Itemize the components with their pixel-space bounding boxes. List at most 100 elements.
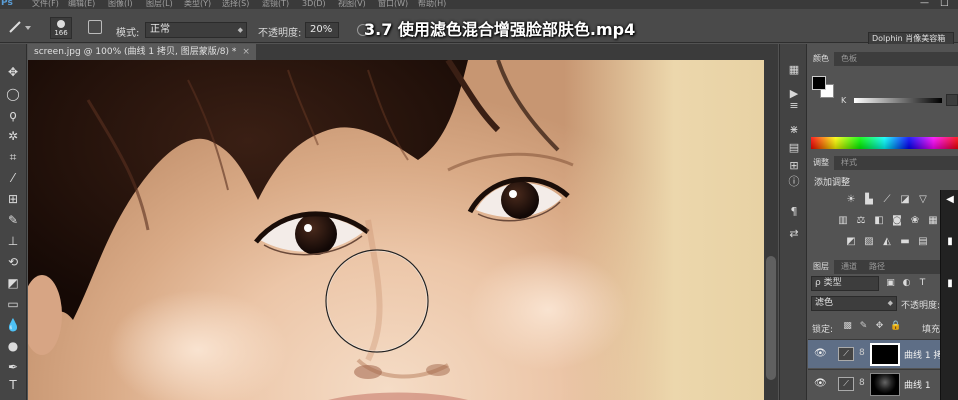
- menu-view[interactable]: 视图(V): [338, 0, 366, 8]
- document-tab[interactable]: screen.jpg @ 100% (曲线 1 拷贝, 图层蒙版/8) * ×: [28, 44, 256, 60]
- player-option-icon[interactable]: ▮: [944, 236, 956, 250]
- menu-filter[interactable]: 滤镜(T): [262, 0, 289, 8]
- info-icon[interactable]: ⓘ: [785, 174, 803, 190]
- brush-tool-icon[interactable]: ✎: [4, 212, 22, 229]
- crop-tool-icon[interactable]: ⌗: [4, 149, 22, 166]
- minimize-button[interactable]: —: [920, 0, 929, 8]
- k-channel-label: K: [841, 96, 847, 105]
- lock-label: 锁定:: [812, 325, 834, 335]
- dodge-icon[interactable]: ●: [4, 338, 22, 355]
- brush-presets-icon[interactable]: ≡: [785, 98, 803, 114]
- magic-wand-icon[interactable]: ✲: [4, 128, 22, 145]
- color-balance-icon[interactable]: ⚖: [854, 215, 868, 227]
- player-option-icon[interactable]: ▮: [944, 278, 956, 292]
- lock-all-icon[interactable]: 🔒: [890, 321, 901, 332]
- menu-help[interactable]: 帮助(H): [418, 0, 446, 8]
- pixel-filter-icon[interactable]: ▣: [884, 276, 897, 290]
- swatches-icon[interactable]: ⊞: [785, 158, 803, 174]
- toolbox: ✥ ◯ ϙ ✲ ⌗ ⁄ ⊞ ✎ ⊥ ⟲ ◩ ▭ 💧 ● ✒ T: [0, 44, 27, 400]
- visibility-eye-icon[interactable]: 👁: [814, 348, 827, 359]
- layer-mask-thumbnail[interactable]: [870, 343, 900, 366]
- tool-preset-picker[interactable]: [4, 19, 32, 35]
- selective-color-icon[interactable]: ▬: [898, 236, 912, 248]
- levels-icon[interactable]: ▙: [862, 194, 876, 206]
- layer-row[interactable]: 👁 ⟋ 8 曲线 1 拷: [808, 339, 958, 368]
- healing-brush-icon[interactable]: ⊞: [4, 191, 22, 208]
- hue-saturation-icon[interactable]: ▥: [836, 215, 850, 227]
- play-control-icon[interactable]: ◀: [944, 194, 956, 208]
- blend-mode-select[interactable]: 滤色 ◆: [811, 296, 897, 311]
- menu-select[interactable]: 选择(S): [222, 0, 249, 8]
- tab-color[interactable]: 颜色: [808, 52, 834, 66]
- exposure-icon[interactable]: ◪: [898, 194, 912, 206]
- link-icon[interactable]: 8: [859, 378, 865, 388]
- photo-filter-icon[interactable]: ◙: [890, 215, 904, 227]
- maximize-button[interactable]: □: [940, 0, 949, 8]
- text-filter-icon[interactable]: T: [916, 276, 929, 290]
- fill-label: 填充: [922, 325, 941, 335]
- tool-presets-icon[interactable]: ⇄: [785, 226, 803, 242]
- adjustments-icon[interactable]: ⋇: [785, 122, 803, 138]
- layer-name[interactable]: 曲线 1 拷: [904, 348, 942, 361]
- k-channel-slider[interactable]: [854, 98, 942, 103]
- link-icon[interactable]: 8: [859, 348, 865, 358]
- layer-mask-thumbnail[interactable]: [870, 373, 900, 396]
- brush-panel-toggle-icon[interactable]: [88, 20, 102, 34]
- foreground-color-swatch[interactable]: [812, 76, 826, 90]
- menu-type[interactable]: 类型(Y): [184, 0, 211, 8]
- tab-swatches[interactable]: 色板: [836, 52, 862, 66]
- posterize-icon[interactable]: ▨: [862, 236, 876, 248]
- lasso-tool-icon[interactable]: ϙ: [4, 107, 22, 124]
- black-white-icon[interactable]: ◧: [872, 215, 886, 227]
- color-lookup-icon[interactable]: ▦: [926, 215, 940, 227]
- blur-icon[interactable]: 💧: [4, 317, 22, 334]
- k-channel-value[interactable]: [946, 94, 958, 106]
- marquee-tool-icon[interactable]: ◯: [4, 86, 22, 103]
- threshold-icon[interactable]: ◭: [880, 236, 894, 248]
- layer-name[interactable]: 曲线 1: [904, 378, 931, 391]
- lock-image-icon[interactable]: ✎: [858, 321, 869, 332]
- paragraph-icon[interactable]: ¶: [785, 204, 803, 220]
- vibrance-icon[interactable]: ▽: [916, 194, 930, 206]
- layer-filter-select[interactable]: ρ 类型: [811, 276, 879, 291]
- history-brush-icon[interactable]: ⟲: [4, 254, 22, 271]
- eraser-icon[interactable]: ◩: [4, 275, 22, 292]
- visibility-eye-icon[interactable]: 👁: [814, 378, 827, 389]
- menu-file[interactable]: 文件(F): [32, 0, 59, 8]
- scrollbar-thumb[interactable]: [766, 256, 776, 380]
- gradient-map-icon[interactable]: ▤: [916, 236, 930, 248]
- tab-channels[interactable]: 通道: [836, 260, 862, 274]
- menu-layer[interactable]: 图层(L): [146, 0, 173, 8]
- brush-size-picker[interactable]: 166: [50, 17, 72, 39]
- color-spectrum-ramp[interactable]: [811, 137, 958, 149]
- tab-adjustments[interactable]: 调整: [808, 156, 834, 170]
- close-icon[interactable]: ×: [242, 47, 250, 57]
- channel-mixer-icon[interactable]: ❀: [908, 215, 922, 227]
- styles-icon[interactable]: ▤: [785, 140, 803, 156]
- mode-select[interactable]: 正常 ◆: [145, 22, 247, 38]
- canvas-scrollbar[interactable]: [764, 60, 778, 400]
- tab-styles[interactable]: 样式: [836, 156, 862, 170]
- move-tool-icon[interactable]: ✥: [4, 64, 22, 81]
- gradient-icon[interactable]: ▭: [4, 296, 22, 313]
- eyedropper-icon[interactable]: ⁄: [4, 170, 22, 187]
- adjustment-filter-icon[interactable]: ◐: [900, 276, 913, 290]
- lock-position-icon[interactable]: ✥: [874, 321, 885, 332]
- menu-edit[interactable]: 编辑(E): [68, 0, 95, 8]
- pen-tool-icon[interactable]: ✒: [4, 359, 22, 376]
- menu-window[interactable]: 窗口(W): [378, 0, 408, 8]
- clone-stamp-icon[interactable]: ⊥: [4, 233, 22, 250]
- tab-paths[interactable]: 路径: [864, 260, 890, 274]
- invert-icon[interactable]: ◩: [844, 236, 858, 248]
- curves-icon[interactable]: ⟋: [880, 194, 894, 206]
- menu-image[interactable]: 图像(I): [108, 0, 133, 8]
- history-icon[interactable]: ▦: [785, 62, 803, 78]
- tab-layers[interactable]: 图层: [808, 260, 834, 274]
- brightness-contrast-icon[interactable]: ☀: [844, 194, 858, 206]
- layer-row[interactable]: 👁 ⟋ 8 曲线 1: [808, 369, 958, 398]
- type-tool-icon[interactable]: T: [4, 377, 22, 394]
- menu-3d[interactable]: 3D(D): [302, 0, 326, 8]
- opacity-field[interactable]: 20%: [305, 22, 339, 38]
- image-canvas[interactable]: [28, 60, 764, 400]
- lock-transparent-icon[interactable]: ▩: [842, 321, 853, 332]
